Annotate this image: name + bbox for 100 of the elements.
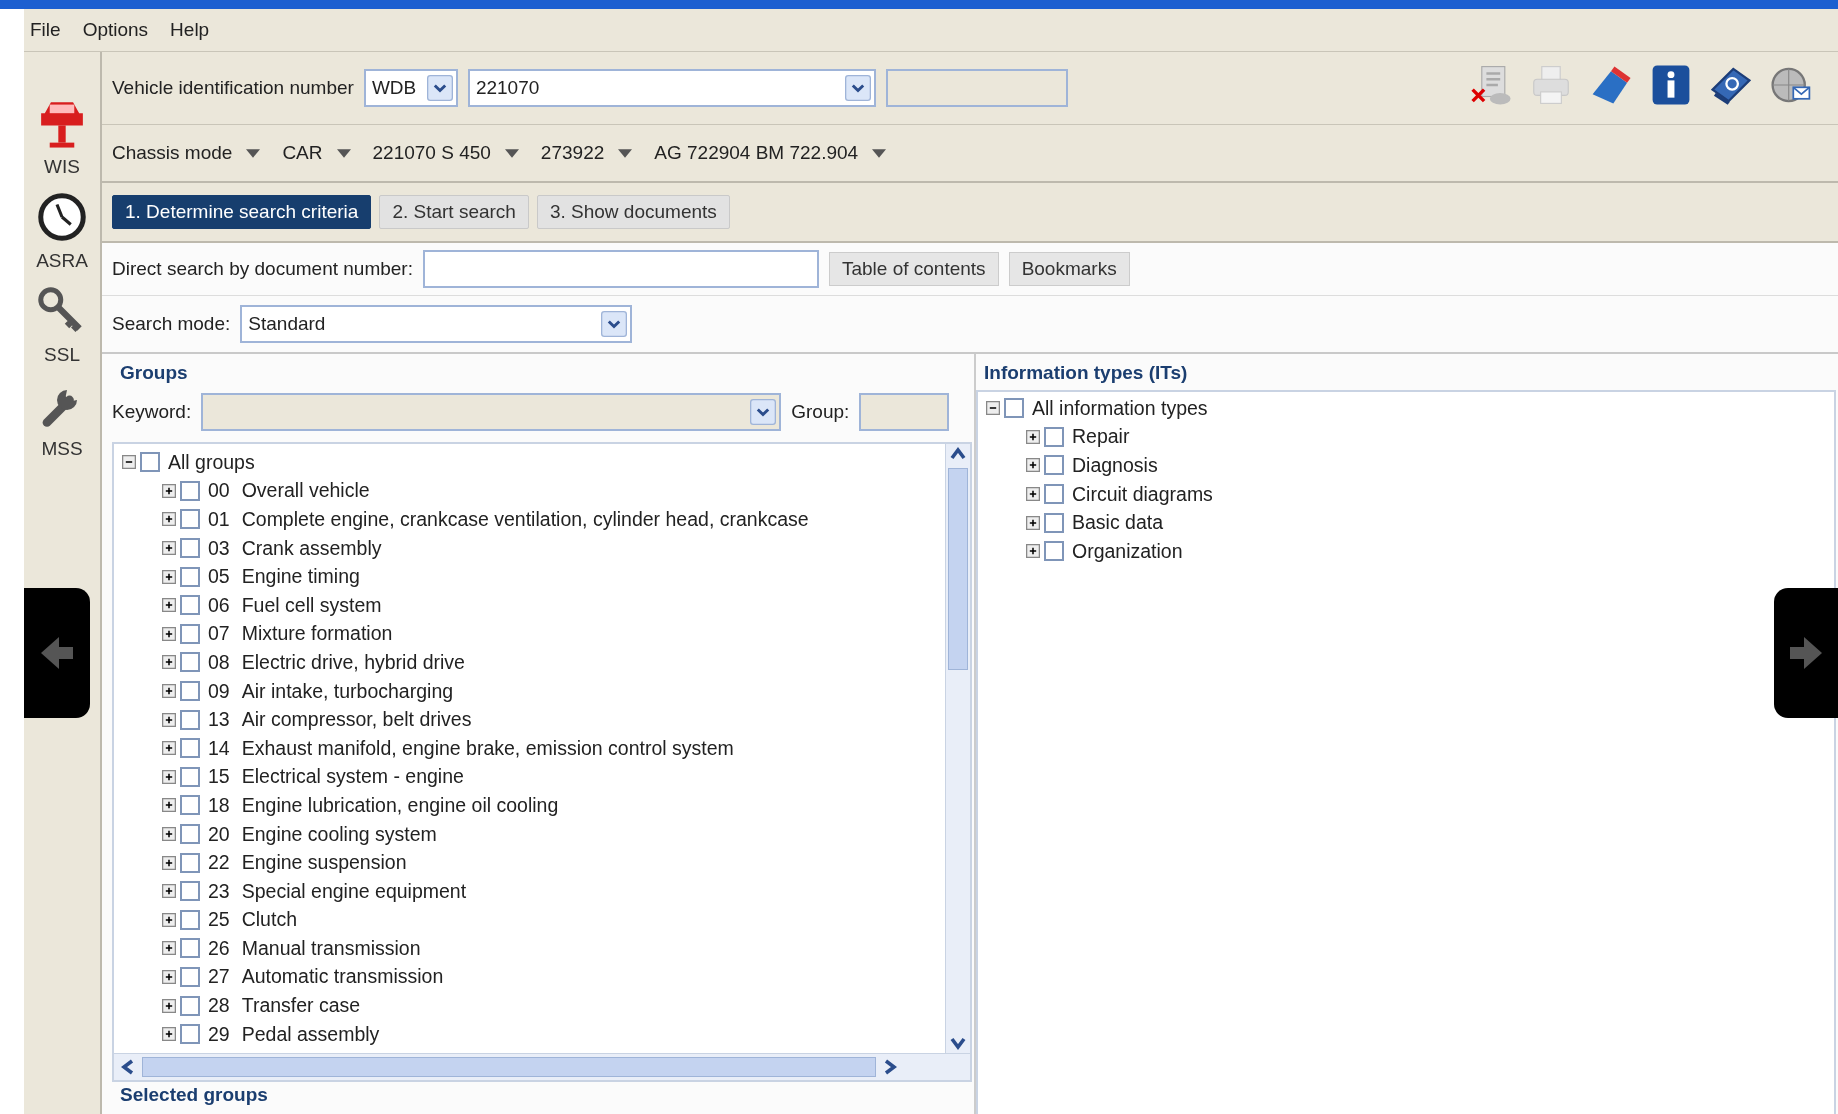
tree-item[interactable]: Automatic transmission bbox=[241, 965, 444, 989]
tree-item[interactable]: Air compressor, belt drives bbox=[241, 708, 472, 732]
tree-item[interactable]: All groups bbox=[168, 450, 255, 474]
tree-item[interactable]: Engine lubrication, engine oil cooling bbox=[241, 793, 559, 817]
collapse-icon[interactable] bbox=[986, 401, 1000, 416]
tree-item[interactable]: Organization bbox=[1072, 539, 1183, 563]
checkbox[interactable] bbox=[1044, 512, 1064, 533]
chassis-selector[interactable]: CAR bbox=[282, 142, 351, 164]
tree-item[interactable]: Diagnosis bbox=[1072, 454, 1158, 477]
checkbox[interactable] bbox=[180, 824, 200, 844]
tree-item[interactable]: Engine suspension bbox=[241, 851, 407, 875]
input-field[interactable] bbox=[422, 250, 819, 288]
expand-icon[interactable] bbox=[162, 541, 176, 556]
checkbox[interactable] bbox=[180, 681, 200, 702]
tree-item[interactable]: All information types bbox=[1032, 396, 1208, 420]
expand-icon[interactable] bbox=[162, 598, 176, 613]
menu-item[interactable]: Help bbox=[170, 19, 210, 41]
expand-icon[interactable] bbox=[162, 1027, 176, 1042]
expand-icon[interactable] bbox=[1026, 515, 1040, 530]
expand-icon[interactable] bbox=[162, 684, 176, 699]
tree-item[interactable]: Transfer case bbox=[241, 994, 361, 1018]
tree-item[interactable]: Basic data bbox=[1072, 511, 1164, 535]
dropdown-button[interactable] bbox=[426, 74, 453, 102]
checkbox[interactable] bbox=[180, 995, 200, 1016]
checkbox[interactable] bbox=[180, 652, 200, 673]
tree-item[interactable]: Clutch bbox=[241, 908, 297, 932]
checkbox[interactable] bbox=[180, 738, 200, 759]
checkbox[interactable] bbox=[1044, 541, 1064, 562]
checkbox[interactable] bbox=[180, 881, 200, 902]
chassis-selector[interactable]: 221070 S 450 bbox=[372, 142, 519, 164]
sidebar-button[interactable]: ASRA bbox=[36, 190, 88, 272]
checkbox[interactable] bbox=[1044, 426, 1064, 447]
tree-item[interactable]: Electric drive, hybrid drive bbox=[241, 650, 465, 674]
step-tab[interactable]: 3. Show documents bbox=[536, 195, 730, 229]
step-tab[interactable]: 1. Determine search criteria bbox=[112, 195, 372, 229]
tree-item[interactable]: Circuit diagrams bbox=[1072, 482, 1213, 506]
checkbox[interactable] bbox=[180, 766, 200, 787]
checkbox[interactable] bbox=[180, 709, 200, 730]
collapse-icon[interactable] bbox=[122, 455, 136, 470]
expand-icon[interactable] bbox=[162, 769, 176, 784]
expand-icon[interactable] bbox=[162, 512, 176, 527]
expand-icon[interactable] bbox=[162, 655, 176, 670]
checkbox[interactable] bbox=[140, 452, 160, 473]
checkbox[interactable] bbox=[180, 967, 200, 987]
horizontal-scrollbar[interactable] bbox=[114, 1053, 970, 1080]
tree-item[interactable]: Crank assembly bbox=[241, 536, 382, 560]
step-tab[interactable]: 2. Start search bbox=[379, 195, 529, 229]
tree-item[interactable]: Repair bbox=[1072, 425, 1130, 449]
tree-item[interactable]: Engine cooling system bbox=[241, 822, 437, 846]
expand-icon[interactable] bbox=[162, 483, 176, 498]
checkbox[interactable] bbox=[1044, 484, 1064, 505]
expand-icon[interactable] bbox=[162, 569, 176, 584]
tree-item[interactable]: Air intake, turbocharging bbox=[241, 679, 454, 703]
expand-icon[interactable] bbox=[1026, 487, 1040, 502]
checkbox[interactable] bbox=[180, 795, 200, 816]
checkbox[interactable] bbox=[180, 1024, 200, 1045]
expand-icon[interactable] bbox=[1026, 544, 1040, 559]
tree-item[interactable]: Fuel cell system bbox=[241, 593, 382, 617]
tree-item[interactable]: Pedal assembly bbox=[241, 1022, 380, 1046]
tree-item[interactable]: Electrical system - engine bbox=[241, 765, 464, 789]
chassis-selector[interactable]: Chassis mode bbox=[112, 142, 261, 164]
tree-item[interactable]: Overall vehicle bbox=[241, 479, 370, 503]
expand-icon[interactable] bbox=[1026, 458, 1040, 473]
menu-item[interactable]: File bbox=[30, 19, 61, 41]
tree-item[interactable]: Special engine equipment bbox=[241, 879, 467, 903]
expand-icon[interactable] bbox=[162, 941, 176, 956]
checkbox[interactable] bbox=[180, 595, 200, 616]
sidebar-button[interactable]: SSL bbox=[37, 284, 87, 366]
next-button[interactable] bbox=[1774, 588, 1838, 718]
expand-icon[interactable] bbox=[162, 912, 176, 927]
dropdown-button[interactable] bbox=[601, 310, 628, 338]
checkbox[interactable] bbox=[180, 566, 200, 587]
checkbox[interactable] bbox=[1044, 455, 1064, 476]
input-field[interactable] bbox=[885, 69, 1068, 107]
expand-icon[interactable] bbox=[162, 855, 176, 870]
checkbox[interactable] bbox=[180, 538, 200, 559]
tree-item[interactable]: Mixture formation bbox=[241, 622, 393, 646]
vin-dropdown[interactable]: 221070 bbox=[467, 69, 876, 107]
expand-icon[interactable] bbox=[162, 998, 176, 1013]
menu-item[interactable]: Options bbox=[82, 19, 149, 41]
checkbox[interactable] bbox=[180, 480, 200, 501]
expand-icon[interactable] bbox=[162, 798, 176, 813]
checkbox[interactable] bbox=[180, 509, 200, 530]
dropdown-button[interactable] bbox=[750, 398, 777, 426]
checkbox[interactable] bbox=[1004, 398, 1024, 419]
checkbox[interactable] bbox=[180, 938, 200, 959]
checkbox[interactable] bbox=[180, 623, 200, 644]
dropdown-button[interactable] bbox=[844, 74, 871, 102]
expand-icon[interactable] bbox=[162, 626, 176, 641]
expand-icon[interactable] bbox=[162, 827, 176, 841]
tree-item[interactable]: Engine timing bbox=[241, 565, 360, 589]
previous-button[interactable] bbox=[24, 588, 90, 718]
tree-item[interactable]: Exhaust manifold, engine brake, emission control system bbox=[241, 736, 734, 760]
checkbox[interactable] bbox=[180, 909, 200, 930]
chassis-selector[interactable]: 273922 bbox=[540, 142, 633, 164]
expand-icon[interactable] bbox=[1026, 429, 1040, 444]
tree-item[interactable]: Manual transmission bbox=[241, 936, 421, 960]
checkbox[interactable] bbox=[180, 852, 200, 873]
search-mode-dropdown[interactable]: Standard bbox=[240, 305, 633, 343]
prefix-dropdown[interactable]: WDB bbox=[363, 69, 458, 107]
